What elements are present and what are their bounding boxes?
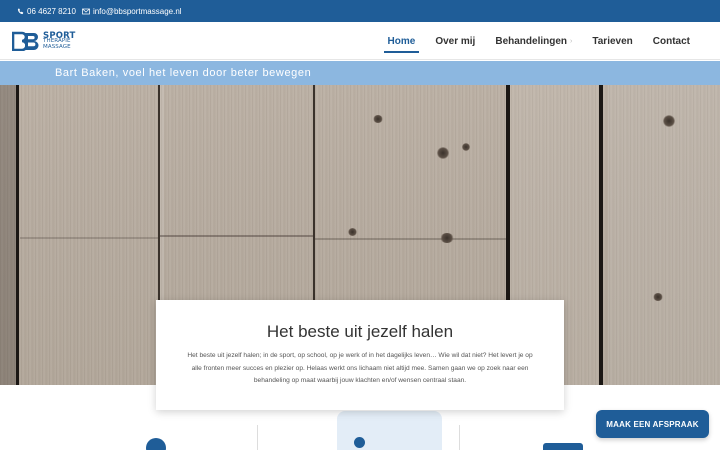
phone-link[interactable]: 06 4627 8210 <box>17 7 76 16</box>
phone-number: 06 4627 8210 <box>27 6 76 16</box>
nav-item-home[interactable]: Home <box>383 22 420 60</box>
page: 06 4627 8210 info@bbsportmassage.nl SPOR… <box>0 0 720 450</box>
nav-item-behandelingen-label: Behandelingen <box>495 35 568 47</box>
tagline-band: Bart Baken, voel het leven door beter be… <box>0 61 720 85</box>
plank-shade <box>0 85 17 385</box>
column-divider <box>459 425 460 450</box>
logo-line-massage: MASSAGE <box>43 44 71 50</box>
envelope-icon <box>82 8 90 14</box>
plank-shade <box>608 85 720 385</box>
tagline-text: Bart Baken, voel het leven door beter be… <box>55 67 312 79</box>
bb-logo-mark <box>12 31 39 51</box>
feature-icon <box>543 443 583 450</box>
wood-knot <box>437 147 449 159</box>
chevron-down-icon: › <box>570 37 573 45</box>
make-appointment-button[interactable]: MAAK EEN AFSPRAAK <box>596 410 709 438</box>
intro-title: Het beste uit jezelf halen <box>266 322 454 341</box>
contact-bar: 06 4627 8210 info@bbsportmassage.nl <box>0 0 720 22</box>
intro-body: Het beste uit jezelf halen; in de sport,… <box>187 352 533 384</box>
site-logo[interactable]: SPORT THERAPIE MASSAGE <box>12 31 82 53</box>
wood-knot <box>440 233 454 243</box>
nav-item-contact[interactable]: Contact <box>653 22 690 60</box>
plank-gap <box>599 85 603 385</box>
make-appointment-label: MAAK EEN AFSPRAAK <box>606 419 699 429</box>
plank-seam <box>160 235 313 237</box>
phone-icon <box>17 7 24 14</box>
column-divider <box>257 425 258 450</box>
email-link[interactable]: info@bbsportmassage.nl <box>82 7 182 16</box>
site-header: SPORT THERAPIE MASSAGE Home Over mij Beh… <box>0 22 720 60</box>
feature-icon <box>146 438 166 450</box>
email-address: info@bbsportmassage.nl <box>92 6 182 16</box>
wood-knot <box>462 143 470 151</box>
wood-knot <box>663 115 675 127</box>
nav-item-tarieven[interactable]: Tarieven <box>592 22 632 60</box>
intro-card: Het beste uit jezelf halen Het beste uit… <box>156 300 564 410</box>
nav-item-behandelingen[interactable]: Behandelingen › <box>495 22 572 60</box>
plank-seam <box>20 237 158 239</box>
feature-background-graphic <box>337 411 442 450</box>
wood-knot <box>653 293 663 301</box>
plank-gap <box>16 85 19 385</box>
wood-knot <box>373 115 383 123</box>
plank-seam <box>315 238 506 240</box>
wood-knot <box>348 228 357 236</box>
main-nav: Home Over mij Behandelingen › Tarieven Co… <box>368 22 690 60</box>
feature-icon <box>354 437 365 448</box>
logo-wordmark: SPORT THERAPIE MASSAGE <box>43 32 87 51</box>
nav-item-over-mij[interactable]: Over mij <box>435 22 475 60</box>
